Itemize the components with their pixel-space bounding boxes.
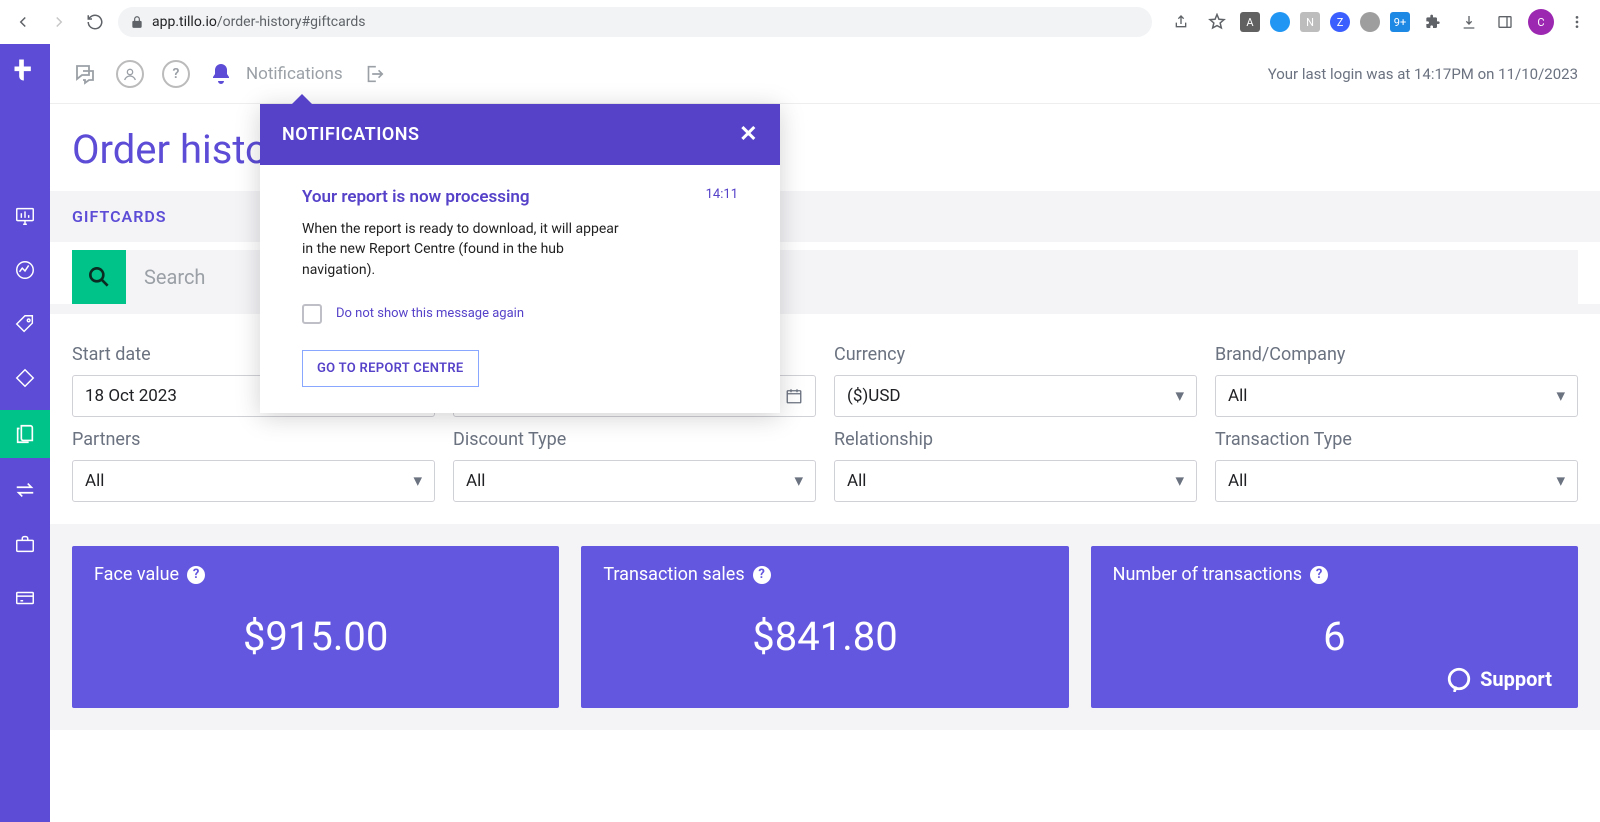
help-icon[interactable]: ?: [187, 566, 205, 584]
currency-label: Currency: [834, 344, 1197, 365]
chevron-down-icon: ▾: [1556, 386, 1565, 406]
forward-button[interactable]: [46, 9, 72, 35]
dont-show-checkbox[interactable]: [302, 304, 322, 324]
chat-icon[interactable]: [72, 61, 98, 87]
partners-label: Partners: [72, 429, 435, 450]
popover-message: When the report is ready to download, it…: [302, 219, 632, 280]
help-icon[interactable]: ?: [753, 566, 771, 584]
lock-icon: [130, 15, 144, 29]
extension-icon[interactable]: [1360, 12, 1380, 32]
share-icon[interactable]: [1168, 9, 1194, 35]
card-txn-count: Number of transactions? 6 Support: [1091, 546, 1578, 708]
txn-type-label: Transaction Type: [1215, 429, 1578, 450]
txn-count-value: 6: [1113, 613, 1556, 660]
reload-button[interactable]: [82, 9, 108, 35]
discount-select[interactable]: All ▾: [453, 460, 816, 502]
popover-header: NOTIFICATIONS: [282, 124, 420, 145]
relationship-label: Relationship: [834, 429, 1197, 450]
search-button[interactable]: [72, 250, 126, 304]
address-bar[interactable]: app.tillo.io/order-history#giftcards: [118, 7, 1152, 37]
help-icon[interactable]: ?: [162, 60, 190, 88]
card-transaction-sales: Transaction sales? $841.80: [581, 546, 1068, 708]
extension-icon[interactable]: 9+: [1390, 12, 1410, 32]
dont-show-label: Do not show this message again: [336, 306, 524, 321]
go-to-report-centre-button[interactable]: GO TO REPORT CENTRE: [302, 350, 479, 387]
bookmark-star-icon[interactable]: [1204, 9, 1230, 35]
chevron-down-icon: ▾: [1175, 386, 1184, 406]
currency-select[interactable]: ($)USD ▾: [834, 375, 1197, 417]
sidebar-item-dashboard[interactable]: [13, 204, 37, 228]
support-button[interactable]: Support: [1446, 666, 1552, 692]
txn-type-select[interactable]: All ▾: [1215, 460, 1578, 502]
chat-bubble-icon: [1446, 666, 1472, 692]
extension-icon[interactable]: A: [1240, 12, 1260, 32]
discount-label: Discount Type: [453, 429, 816, 450]
partners-select[interactable]: All ▾: [72, 460, 435, 502]
sidebar-item-tag[interactable]: [13, 312, 37, 336]
sidebar: [0, 44, 50, 822]
browser-action-icons: A N Z 9+ C: [1162, 9, 1590, 35]
browser-chrome: app.tillo.io/order-history#giftcards A N…: [0, 0, 1600, 44]
face-value-amount: $915.00: [94, 613, 537, 660]
logout-icon[interactable]: [361, 61, 387, 87]
sidebar-item-analytics[interactable]: [13, 258, 37, 282]
calendar-icon: [785, 387, 803, 405]
summary-cards: Face value? $915.00 Transaction sales? $…: [50, 524, 1600, 730]
bell-icon[interactable]: [208, 61, 234, 87]
tab-giftcards[interactable]: GIFTCARDS: [72, 207, 167, 226]
topbar: ? Notifications Your last login was at 1…: [50, 44, 1600, 104]
notifications-label: Notifications: [246, 64, 343, 84]
popover-time: 14:11: [706, 187, 738, 202]
extension-icon[interactable]: Z: [1330, 12, 1350, 32]
last-login-text: Your last login was at 14:17PM on 11/10/…: [1268, 65, 1578, 83]
notifications-popover: NOTIFICATIONS ✕ Your report is now proce…: [260, 104, 780, 413]
chevron-down-icon: ▾: [794, 471, 803, 491]
kebab-menu-icon[interactable]: [1564, 9, 1590, 35]
brand-label: Brand/Company: [1215, 344, 1578, 365]
chevron-down-icon: ▾: [1175, 471, 1184, 491]
download-icon[interactable]: [1456, 9, 1482, 35]
brand-select[interactable]: All ▾: [1215, 375, 1578, 417]
sidebar-item-diamond[interactable]: [13, 366, 37, 390]
card-face-value: Face value? $915.00: [72, 546, 559, 708]
help-icon[interactable]: ?: [1310, 566, 1328, 584]
close-icon[interactable]: ✕: [739, 122, 758, 147]
sidebar-item-card[interactable]: [13, 586, 37, 610]
popover-title: Your report is now processing: [302, 187, 530, 207]
app-logo[interactable]: [11, 56, 39, 84]
back-button[interactable]: [10, 9, 36, 35]
sidebar-item-briefcase[interactable]: [13, 532, 37, 556]
extension-icon[interactable]: [1270, 12, 1290, 32]
extension-icon[interactable]: N: [1300, 12, 1320, 32]
sidepanel-icon[interactable]: [1492, 9, 1518, 35]
relationship-select[interactable]: All ▾: [834, 460, 1197, 502]
url-path: /order-history#giftcards: [217, 14, 366, 30]
sidebar-item-orders[interactable]: [0, 410, 50, 458]
url-domain: app.tillo.io: [152, 14, 217, 30]
profile-avatar[interactable]: C: [1528, 9, 1554, 35]
chevron-down-icon: ▾: [1556, 471, 1565, 491]
popover-arrow: [292, 94, 312, 104]
txn-sales-amount: $841.80: [603, 613, 1046, 660]
extensions-puzzle-icon[interactable]: [1420, 9, 1446, 35]
sidebar-item-transfer[interactable]: [13, 478, 37, 502]
chevron-down-icon: ▾: [413, 471, 422, 491]
user-icon[interactable]: [116, 60, 144, 88]
